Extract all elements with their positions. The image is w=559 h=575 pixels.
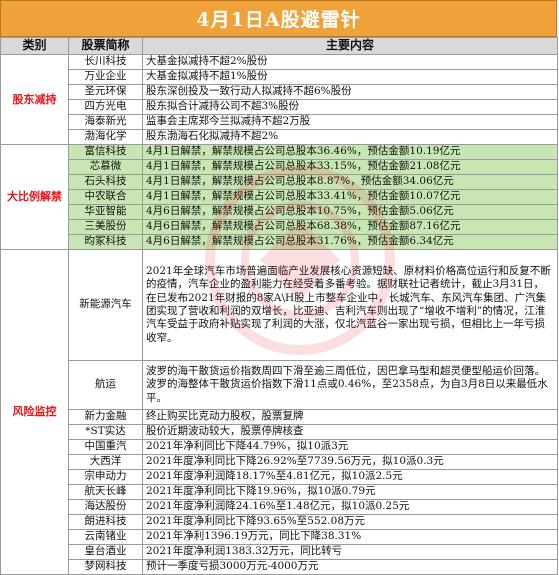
- stock-name-cell: 四方光电: [68, 99, 143, 115]
- table-row: 宗申动力 2021年度净利润降18.17%至4.81亿元，拟10派2.5元: [1, 469, 558, 485]
- table-row: 万业企业 大基金拟减持不超1%股份: [1, 69, 558, 85]
- content-cell: 股东深创投及一致行动人拟减持不超6%股份: [142, 84, 558, 100]
- content-cell: 2021年度净利润降18.17%至4.81亿元，拟10派2.5元: [142, 469, 558, 485]
- stock-name-cell: 富信科技: [68, 144, 143, 160]
- content-cell: 大基金拟减持不超1%股份: [142, 69, 558, 85]
- content-cell: 终止购买比克动力股权，股票复牌: [142, 409, 558, 425]
- table-row: 皇台酒业 2021年度净利润1383.32万元，同比转亏: [1, 544, 558, 560]
- table-row: 云南锗业 2021年净利1396.19万元，同比下降38.31%: [1, 529, 558, 545]
- content-cell: 4月6日解禁，解禁规模占公司总股本10.75%，预估金额5.06亿元: [142, 204, 558, 220]
- content-cell: 2021年度净利润1383.32万元，同比转亏: [142, 544, 558, 560]
- content-cell: 2021年全球汽车市场普遍面临产业发展核心资源短缺、原材料价格高位运行和反复不断…: [142, 249, 558, 361]
- content-cell: 4月1日解禁，解禁规模占公司总股本33.41%，预估金额10.07亿元: [142, 189, 558, 205]
- stock-name-cell: 万业企业: [68, 69, 143, 85]
- table-row: 昀冢科技 4月6日解禁，解禁规模占公司总股本31.76%，预估金额6.34亿元: [1, 234, 558, 250]
- content-cell: 4月1日解禁，解禁规模占公司总股本36.46%，预估金额10.19亿元: [142, 144, 558, 160]
- header-category: 类别: [0, 37, 69, 55]
- stock-name-cell: 海达股份: [68, 499, 143, 515]
- header-content: 主要内容: [142, 37, 558, 55]
- content-cell: 股东拟合计减持公司不超3%股份: [142, 99, 558, 115]
- table-row: 梦网科技 预计一季度亏损3000万元-4000万元: [1, 559, 558, 575]
- risk-table: 类别 股票简称 主要内容 股东减持 长川科技 大基金拟减持不超2%股份 万业企业 大基金…: [0, 37, 558, 575]
- stock-name-cell: 大西洋: [68, 454, 143, 470]
- content-cell: 2021年度净利同比下降26.92%至7739.56万元，拟10派0.3元: [142, 454, 558, 470]
- content-cell: 波罗的海干散货运价指数周四下滑至逾三周低位，因巴拿马型和超灵便型船运价回落。波罗…: [142, 360, 558, 410]
- content-cell: 大基金拟减持不超2%股份: [142, 54, 558, 70]
- table-row: 三美股份 4月6日解禁，解禁规模占公司总股本68.38%，预估金额87.16亿元: [1, 219, 558, 235]
- stock-name-cell: 中国重汽: [68, 439, 143, 455]
- table-row: 航天长峰 2021年度净利同比下降19.96%，拟10派0.79元: [1, 484, 558, 500]
- table-row: 石头科技 4月1日解禁，解禁规模占公司总股本8.87%，预估金额34.06亿元: [1, 174, 558, 190]
- content-cell: 2021年度净利同比下降93.65%至552.08万元: [142, 514, 558, 530]
- table-body: 股东减持 长川科技 大基金拟减持不超2%股份 万业企业 大基金拟减持不超1%股份 圣元环保…: [0, 54, 558, 575]
- table-row: 渤海化学 股东渤海石化拟减持不超2%: [1, 129, 558, 145]
- table-row: 圣元环保 股东深创投及一致行动人拟减持不超6%股份: [1, 84, 558, 100]
- content-cell: 预计一季度亏损3000万元-4000万元: [142, 559, 558, 575]
- table-row: *ST实达 股价近期波动较大，股票停牌核查: [1, 424, 558, 440]
- content-cell: 4月6日解禁，解禁规模占公司总股本68.38%，预估金额87.16亿元: [142, 219, 558, 235]
- table-row: 朗进科技 2021年度净利同比下降93.65%至552.08万元: [1, 514, 558, 530]
- content-cell: 2021年度净利同比下降19.96%，拟10派0.79元: [142, 484, 558, 500]
- stock-name-cell: 华亚智能: [68, 204, 143, 220]
- stock-name-cell: 宗申动力: [68, 469, 143, 485]
- stock-name-cell: 中农联合: [68, 189, 143, 205]
- table-row: 中国重汽 2021年净利同比下降44.79%，拟10派3元: [1, 439, 558, 455]
- stock-name-cell: 昀冢科技: [68, 234, 143, 250]
- table-row: 四方光电 股东拟合计减持公司不超3%股份: [1, 99, 558, 115]
- category-cell: 风险监控: [0, 249, 69, 575]
- category-cell: 股东减持: [0, 54, 69, 145]
- content-cell: 4月6日解禁，解禁规模占公司总股本31.76%，预估金额6.34亿元: [142, 234, 558, 250]
- table-row: 股东减持 长川科技 大基金拟减持不超2%股份: [0, 54, 558, 145]
- table-row: 风险监控 新能源汽车 2021年全球汽车市场普遍面临产业发展核心资源短缺、原材料价格…: [0, 249, 558, 575]
- stock-name-cell: 新力金融: [68, 409, 143, 425]
- stock-name-cell: 石头科技: [68, 174, 143, 190]
- stock-name-cell: 海泰新光: [68, 114, 143, 130]
- content-cell: 股东渤海石化拟减持不超2%: [142, 129, 558, 145]
- stock-name-cell: 云南锗业: [68, 529, 143, 545]
- stock-name-cell: 三美股份: [68, 219, 143, 235]
- table-row: 海达股份 2021年度净利润降24.16%至1.48亿元，拟10派0.25元: [1, 499, 558, 515]
- table-row: 大西洋 2021年度净利同比下降26.92%至7739.56万元，拟10派0.3元: [1, 454, 558, 470]
- page-title: 4月1日A股避雷针: [0, 0, 557, 37]
- table-row: 大比例解禁 富信科技 4月1日解禁，解禁规模占公司总股本36.46%，预估金额10.…: [0, 144, 558, 250]
- table-row: 航运 波罗的海干散货运价指数周四下滑至逾三周低位，因巴拿马型和超灵便型船运价回落。…: [1, 360, 558, 410]
- content-cell: 监事会主席郑今兰拟减持不超2万股: [142, 114, 558, 130]
- table-row: 华亚智能 4月6日解禁，解禁规模占公司总股本10.75%，预估金额5.06亿元: [1, 204, 558, 220]
- table-row: 芯慕微 4月1日解禁，解禁规模占公司总股本33.15%，预估金额21.08亿元: [1, 159, 558, 175]
- category-cell: 大比例解禁: [0, 144, 69, 250]
- stock-name-cell: 皇台酒业: [68, 544, 143, 560]
- report-sheet: 4月1日A股避雷针 类别 股票简称 主要内容 股东减持 长川科技 大基金拟减持不超2…: [0, 0, 559, 575]
- content-cell: 股价近期波动较大，股票停牌核查: [142, 424, 558, 440]
- stock-name-cell: 航天长峰: [68, 484, 143, 500]
- stock-name-cell: 朗进科技: [68, 514, 143, 530]
- stock-name-cell: 圣元环保: [68, 84, 143, 100]
- table-row: 中农联合 4月1日解禁，解禁规模占公司总股本33.41%，预估金额10.07亿元: [1, 189, 558, 205]
- header-stock-name: 股票简称: [68, 37, 143, 55]
- stock-name-cell: 航运: [68, 360, 143, 410]
- content-cell: 2021年净利同比下降44.79%，拟10派3元: [142, 439, 558, 455]
- content-cell: 4月1日解禁，解禁规模占公司总股本33.15%，预估金额21.08亿元: [142, 159, 558, 175]
- table-row: 海泰新光 监事会主席郑今兰拟减持不超2万股: [1, 114, 558, 130]
- content-cell: 4月1日解禁，解禁规模占公司总股本8.87%，预估金额34.06亿元: [142, 174, 558, 190]
- stock-name-cell: 梦网科技: [68, 559, 143, 575]
- content-cell: 2021年度净利润降24.16%至1.48亿元，拟10派0.25元: [142, 499, 558, 515]
- stock-name-cell: 长川科技: [68, 54, 143, 70]
- stock-name-cell: 渤海化学: [68, 129, 143, 145]
- table-header: 类别 股票简称 主要内容: [0, 37, 558, 55]
- stock-name-cell: *ST实达: [68, 424, 143, 440]
- table-row: 新力金融 终止购买比克动力股权，股票复牌: [1, 409, 558, 425]
- stock-name-cell: 新能源汽车: [68, 249, 143, 361]
- content-cell: 2021年净利1396.19万元，同比下降38.31%: [142, 529, 558, 545]
- stock-name-cell: 芯慕微: [68, 159, 143, 175]
